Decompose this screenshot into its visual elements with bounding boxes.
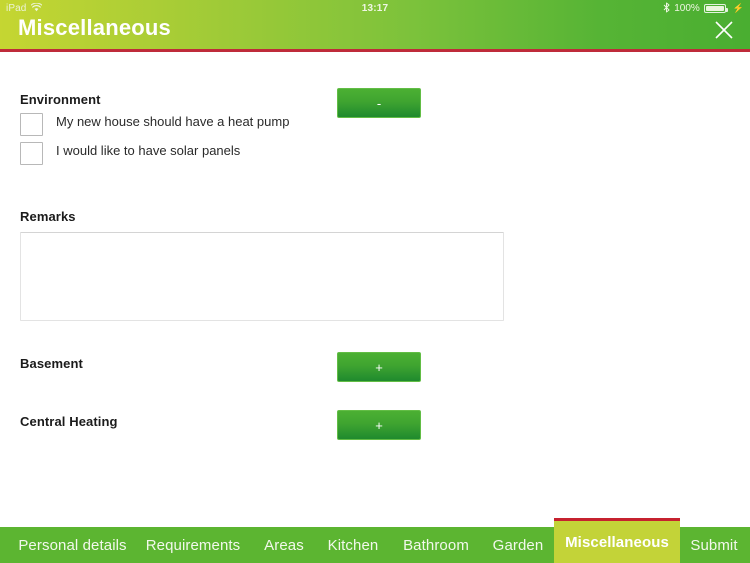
checkbox-label-heat-pump: My new house should have a heat pump bbox=[56, 114, 290, 129]
section-label-basement: Basement bbox=[20, 356, 83, 371]
status-bar: iPad 13:17 100% ⚡ bbox=[0, 0, 750, 17]
status-bar-right: 100% ⚡ bbox=[663, 2, 744, 16]
checkbox-label-solar-panels: I would like to have solar panels bbox=[56, 143, 241, 158]
checkbox-heat-pump[interactable] bbox=[20, 112, 43, 136]
close-icon[interactable] bbox=[710, 16, 738, 44]
battery-full-icon bbox=[703, 4, 728, 13]
bluetooth-icon bbox=[663, 2, 670, 16]
nav-tab-bathroom[interactable]: Bathroom bbox=[391, 527, 481, 563]
central-heating-expand-button[interactable]: + bbox=[337, 410, 421, 440]
nav-tab-label: Bathroom bbox=[403, 536, 469, 554]
clock-label: 13:17 bbox=[361, 3, 389, 14]
nav-tab-submit[interactable]: Submit bbox=[681, 527, 747, 563]
nav-tab-label: Submit bbox=[690, 536, 738, 554]
nav-tab-label: Kitchen bbox=[327, 536, 379, 554]
section-basement: Basement + bbox=[0, 352, 750, 384]
plus-icon: + bbox=[375, 359, 383, 375]
nav-tab-personal-details[interactable]: Personal details bbox=[10, 527, 135, 563]
charging-bolt-icon: ⚡ bbox=[732, 3, 744, 13]
section-label-environment: Environment bbox=[20, 92, 101, 107]
nav-tab-requirements[interactable]: Requirements bbox=[137, 527, 249, 563]
battery-percent-label: 100% bbox=[674, 3, 700, 14]
form-content: Environment - My new house should have a… bbox=[0, 55, 750, 527]
nav-tab-miscellaneous[interactable]: Miscellaneous bbox=[554, 518, 680, 563]
section-central-heating: Central Heating + bbox=[0, 410, 750, 442]
app-root: Miscellaneous iPad 13:17 100% ⚡ Environm… bbox=[0, 0, 750, 563]
basement-expand-button[interactable]: + bbox=[337, 352, 421, 382]
plus-icon: + bbox=[375, 417, 383, 433]
nav-tab-kitchen[interactable]: Kitchen bbox=[317, 527, 389, 563]
checkbox-row-heat-pump[interactable]: My new house should have a heat pump bbox=[0, 112, 500, 136]
nav-tab-label: Garden bbox=[492, 536, 544, 554]
nav-tab-label: Miscellaneous bbox=[565, 533, 669, 551]
page-title: Miscellaneous bbox=[18, 15, 171, 40]
nav-tab-label: Areas bbox=[264, 536, 304, 554]
minus-icon: - bbox=[376, 95, 382, 111]
section-label-remarks: Remarks bbox=[20, 209, 76, 224]
remarks-input[interactable] bbox=[20, 232, 504, 321]
checkbox-row-solar-panels[interactable]: I would like to have solar panels bbox=[0, 141, 500, 165]
nav-tab-label: Requirements bbox=[145, 536, 241, 554]
bottom-navigation: Personal details Requirements Areas Kitc… bbox=[0, 513, 750, 563]
section-label-central-heating: Central Heating bbox=[20, 414, 118, 429]
checkbox-solar-panels[interactable] bbox=[20, 141, 43, 165]
nav-tab-areas[interactable]: Areas bbox=[255, 527, 313, 563]
nav-tab-label: Personal details bbox=[18, 536, 127, 554]
nav-tab-garden[interactable]: Garden bbox=[483, 527, 553, 563]
